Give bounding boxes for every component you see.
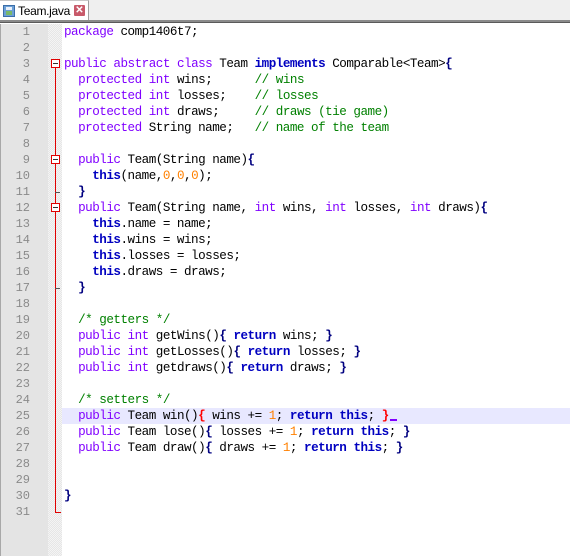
code-line[interactable]: 8 bbox=[0, 136, 570, 152]
line-number: 15 bbox=[15, 249, 30, 263]
code-line[interactable]: 5 protected int losses; // losses bbox=[0, 88, 570, 104]
tab-label: Team.java bbox=[18, 3, 70, 18]
code-line[interactable]: 30} bbox=[0, 488, 570, 504]
code-text[interactable]: public int getdraws(){ return draws; } bbox=[64, 360, 347, 376]
code-line[interactable]: 18 bbox=[0, 296, 570, 312]
line-number: 16 bbox=[15, 265, 30, 279]
fold-end-marker bbox=[55, 288, 60, 289]
line-number: 7 bbox=[22, 121, 30, 135]
code-text[interactable]: this.wins = wins; bbox=[64, 232, 212, 248]
line-number: 29 bbox=[15, 473, 30, 487]
code-line[interactable]: 12 public Team(String name, int wins, in… bbox=[0, 200, 570, 216]
code-text[interactable]: /* setters */ bbox=[64, 392, 170, 408]
line-number: 24 bbox=[15, 393, 30, 407]
code-line[interactable]: 1 package comp1406t7; bbox=[0, 24, 570, 40]
code-line[interactable]: 13 this.name = name; bbox=[0, 216, 570, 232]
code-text[interactable]: public Team win(){ wins += 1; return thi… bbox=[64, 408, 397, 424]
line-number: 13 bbox=[15, 217, 30, 231]
line-number: 19 bbox=[15, 313, 30, 327]
line-number: 17 bbox=[15, 281, 30, 295]
tab-team-java[interactable]: Team.java ✕ bbox=[0, 0, 89, 20]
line-number: 1 bbox=[22, 25, 30, 39]
code-text[interactable]: public Team(String name){ bbox=[64, 152, 255, 168]
fold-toggle-class[interactable] bbox=[51, 59, 60, 68]
code-line[interactable]: 28 bbox=[0, 456, 570, 472]
code-line[interactable]: 22 public int getdraws(){ return draws; … bbox=[0, 360, 570, 376]
fold-end-marker bbox=[55, 512, 61, 513]
code-line[interactable]: 16 this.draws = draws; bbox=[0, 264, 570, 280]
line-number: 5 bbox=[22, 89, 30, 103]
code-line[interactable]: 4 protected int wins; // wins bbox=[0, 72, 570, 88]
code-text[interactable]: } bbox=[64, 488, 72, 504]
fold-range-line bbox=[55, 68, 56, 513]
line-number: 27 bbox=[15, 441, 30, 455]
code-text[interactable]: this.name = name; bbox=[64, 216, 212, 232]
code-text[interactable]: } bbox=[64, 280, 86, 296]
line-number: 28 bbox=[15, 457, 30, 471]
line-number: 14 bbox=[15, 233, 30, 247]
code-text[interactable]: public Team(String name, int wins, int l… bbox=[64, 200, 488, 216]
code-text[interactable]: /* getters */ bbox=[64, 312, 170, 328]
line-number: 22 bbox=[15, 361, 30, 375]
code-line[interactable]: 9 public Team(String name){ bbox=[0, 152, 570, 168]
line-number: 30 bbox=[15, 489, 30, 503]
line-number: 12 bbox=[15, 201, 30, 215]
code-text[interactable]: public int getWins(){ return wins; } bbox=[64, 328, 333, 344]
code-text[interactable]: package comp1406t7; bbox=[64, 24, 199, 40]
code-line[interactable]: 19 /* getters */ bbox=[0, 312, 570, 328]
code-line[interactable]: 20 public int getWins(){ return wins; } bbox=[0, 328, 570, 344]
code-text[interactable]: protected int losses; // losses bbox=[64, 88, 319, 104]
code-text[interactable]: this.losses = losses; bbox=[64, 248, 241, 264]
code-line[interactable]: 29 bbox=[0, 472, 570, 488]
code-line[interactable]: 11 } bbox=[0, 184, 570, 200]
line-number: 4 bbox=[22, 73, 30, 87]
fold-toggle-constructor-1[interactable] bbox=[51, 155, 60, 164]
code-line[interactable]: 31 bbox=[0, 504, 570, 520]
code-line[interactable]: 26 public Team lose(){ losses += 1; retu… bbox=[0, 424, 570, 440]
line-number: 31 bbox=[15, 505, 30, 519]
code-line[interactable]: 15 this.losses = losses; bbox=[0, 248, 570, 264]
save-icon bbox=[3, 4, 15, 17]
line-number: 20 bbox=[15, 329, 30, 343]
code-text[interactable]: public abstract class Team implements Co… bbox=[64, 56, 453, 72]
close-icon[interactable]: ✕ bbox=[74, 5, 85, 16]
code-text[interactable]: this.draws = draws; bbox=[64, 264, 227, 280]
tab-bar: Team.java ✕ bbox=[0, 0, 570, 23]
code-text[interactable]: protected int wins; // wins bbox=[64, 72, 304, 88]
line-number: 6 bbox=[22, 105, 30, 119]
code-text[interactable]: public Team lose(){ losses += 1; return … bbox=[64, 424, 410, 440]
code-line[interactable]: 6 protected int draws; // draws (tie gam… bbox=[0, 104, 570, 120]
code-line[interactable]: 2 bbox=[0, 40, 570, 56]
line-number: 18 bbox=[15, 297, 30, 311]
line-number: 8 bbox=[22, 137, 30, 151]
line-number: 26 bbox=[15, 425, 30, 439]
fold-toggle-constructor-2[interactable] bbox=[51, 203, 60, 212]
line-number: 11 bbox=[15, 185, 30, 199]
code-text[interactable]: } bbox=[64, 184, 86, 200]
code-text[interactable]: protected int draws; // draws (tie game) bbox=[64, 104, 389, 120]
line-number: 10 bbox=[15, 169, 30, 183]
code-text[interactable]: public int getLosses(){ return losses; } bbox=[64, 344, 361, 360]
code-line[interactable]: 25 public Team win(){ wins += 1; return … bbox=[0, 408, 570, 424]
code-editor[interactable]: 1 package comp1406t7; 2 3 public abstract cl… bbox=[0, 24, 570, 556]
code-line[interactable]: 7 protected String name; // name of the … bbox=[0, 120, 570, 136]
fold-end-marker bbox=[55, 192, 60, 193]
code-line[interactable]: 14 this.wins = wins; bbox=[0, 232, 570, 248]
code-line[interactable]: 10 this(name,0,0,0); bbox=[0, 168, 570, 184]
line-number: 25 bbox=[15, 409, 30, 423]
line-number: 3 bbox=[22, 57, 30, 71]
code-text[interactable]: protected String name; // name of the te… bbox=[64, 120, 389, 136]
code-text[interactable]: this(name,0,0,0); bbox=[64, 168, 213, 184]
code-line[interactable]: 17 } bbox=[0, 280, 570, 296]
code-line[interactable]: 24 /* setters */ bbox=[0, 392, 570, 408]
code-line[interactable]: 3 public abstract class Team implements C… bbox=[0, 56, 570, 72]
line-number: 9 bbox=[22, 153, 30, 167]
code-text[interactable]: public Team draw(){ draws += 1; return t… bbox=[64, 440, 403, 456]
line-number: 23 bbox=[15, 377, 30, 391]
code-line[interactable]: 21 public int getLosses(){ return losses… bbox=[0, 344, 570, 360]
code-line[interactable]: 27 public Team draw(){ draws += 1; retur… bbox=[0, 440, 570, 456]
line-number: 2 bbox=[22, 41, 30, 55]
line-number: 21 bbox=[15, 345, 30, 359]
code-line[interactable]: 23 bbox=[0, 376, 570, 392]
